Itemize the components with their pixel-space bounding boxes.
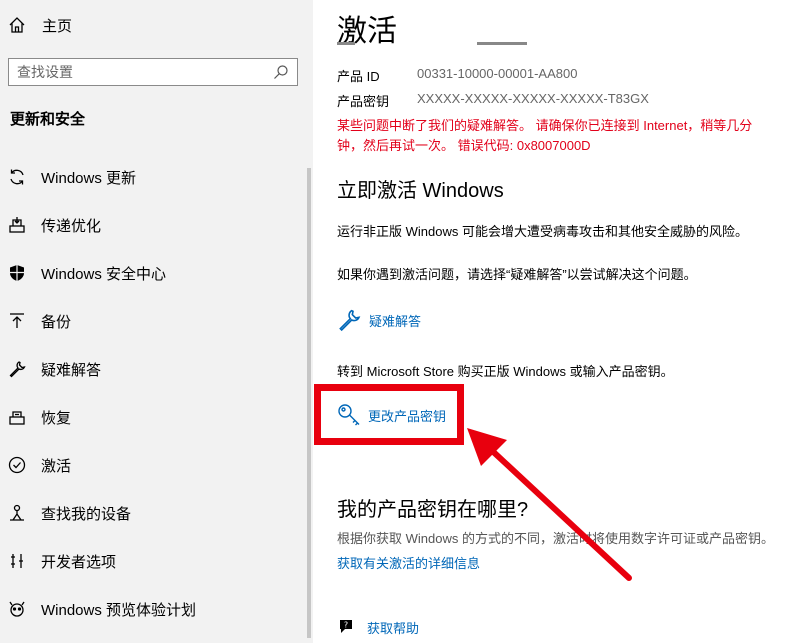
refresh-icon bbox=[10, 169, 24, 185]
wrench-icon bbox=[339, 309, 361, 332]
search-input[interactable] bbox=[17, 64, 273, 80]
sidebar-scrollbar[interactable] bbox=[307, 168, 311, 638]
recovery-icon bbox=[9, 411, 25, 425]
sidebar-item-find-device[interactable]: 查找我的设备 bbox=[0, 489, 313, 537]
delivery-optimization-icon bbox=[9, 217, 25, 233]
svg-text:?: ? bbox=[344, 621, 348, 630]
section-title: 更新和安全 bbox=[10, 111, 86, 128]
warning-text: 运行非正版 Windows 可能会增大遭受病毒攻击和其他安全威胁的风险。 bbox=[337, 224, 748, 239]
shield-icon bbox=[10, 265, 24, 281]
sidebar-item-label: 疑难解答 bbox=[41, 361, 102, 379]
help-chat-icon: ? bbox=[340, 620, 352, 633]
home-label: 主页 bbox=[42, 17, 73, 35]
sidebar-item-recovery[interactable]: 恢复 bbox=[0, 393, 313, 441]
find-device-icon bbox=[10, 504, 24, 521]
store-text: 转到 Microsoft Store 购买正版 Windows 或输入产品密钥。 bbox=[337, 364, 674, 379]
get-help-link-label[interactable]: 获取帮助 bbox=[367, 618, 419, 637]
sidebar-item-label: 查找我的设备 bbox=[41, 505, 132, 523]
troubleshoot-link[interactable]: 疑难解答 bbox=[337, 308, 421, 332]
developer-icon bbox=[11, 554, 23, 568]
search-box[interactable] bbox=[8, 58, 298, 86]
home-icon bbox=[9, 17, 25, 33]
sidebar-item-security-center[interactable]: Windows 安全中心 bbox=[0, 249, 313, 297]
product-key-value: XXXXX-XXXXX-XXXXX-XXXXX-T83GX bbox=[417, 91, 649, 106]
sidebar-item-label: Windows 预览体验计划 bbox=[41, 601, 197, 619]
product-id-label: 产品 ID bbox=[337, 69, 380, 84]
sidebar-item-developer-options[interactable]: 开发者选项 bbox=[0, 537, 313, 585]
sidebar-item-troubleshoot[interactable]: 疑难解答 bbox=[0, 345, 313, 393]
product-key-row: 产品密钥 XXXXX-XXXXX-XXXXX-XXXXX-T83GX bbox=[337, 91, 649, 110]
sidebar-item-windows-update[interactable]: Windows 更新 bbox=[0, 153, 313, 201]
error-message: 某些问题中断了我们的疑难解答。 请确保你已连接到 Internet，稍等几分钟，… bbox=[337, 118, 753, 153]
annotation-highlight-box bbox=[314, 384, 464, 445]
product-key-label: 产品密钥 bbox=[337, 94, 390, 109]
clipped-row bbox=[337, 42, 537, 50]
activate-heading: 立即激活 Windows bbox=[337, 180, 504, 202]
wrench-icon bbox=[9, 361, 26, 378]
product-id-value: 00331-10000-00001-AA800 bbox=[417, 66, 578, 81]
sidebar-item-activation[interactable]: 激活 bbox=[0, 441, 313, 489]
activation-check-icon bbox=[8, 456, 26, 474]
insider-icon bbox=[9, 601, 25, 617]
sidebar-item-label: 恢复 bbox=[41, 409, 72, 427]
get-help-link[interactable]: ? 获取帮助 bbox=[337, 617, 419, 637]
sidebar-item-backup[interactable]: 备份 bbox=[0, 297, 313, 345]
home-link[interactable]: 主页 bbox=[8, 12, 72, 38]
sidebar-nav: Windows 更新 传递优化 Windows 安全中心 备份 疑难解答 恢复 … bbox=[0, 153, 313, 633]
sidebar-item-label: 传递优化 bbox=[41, 217, 102, 235]
clipped-text-remnant bbox=[337, 42, 527, 45]
search-icon[interactable] bbox=[273, 64, 289, 80]
sidebar-item-label: Windows 安全中心 bbox=[41, 265, 167, 283]
sidebar-item-label: 备份 bbox=[41, 313, 72, 331]
sidebar-item-label: 开发者选项 bbox=[41, 553, 117, 571]
troubleshoot-link-label[interactable]: 疑难解答 bbox=[369, 311, 421, 330]
sidebar-item-insider-program[interactable]: Windows 预览体验计划 bbox=[0, 585, 313, 633]
sidebar: 主页 更新和安全 Windows 更新 传递优化 bbox=[0, 0, 313, 643]
sidebar-item-label: 激活 bbox=[41, 457, 72, 475]
main-content: 激活 产品 ID 00331-10000-00001-AA800 产品密钥 XX… bbox=[313, 0, 794, 643]
annotation-arrow bbox=[467, 428, 632, 581]
sidebar-item-delivery-optimization[interactable]: 传递优化 bbox=[0, 201, 313, 249]
sidebar-item-label: Windows 更新 bbox=[41, 169, 137, 187]
troubleshoot-hint: 如果你遇到激活问题，请选择“疑难解答”以尝试解决这个问题。 bbox=[337, 267, 697, 282]
product-id-row: 产品 ID 00331-10000-00001-AA800 bbox=[337, 66, 577, 85]
backup-icon bbox=[10, 313, 24, 328]
